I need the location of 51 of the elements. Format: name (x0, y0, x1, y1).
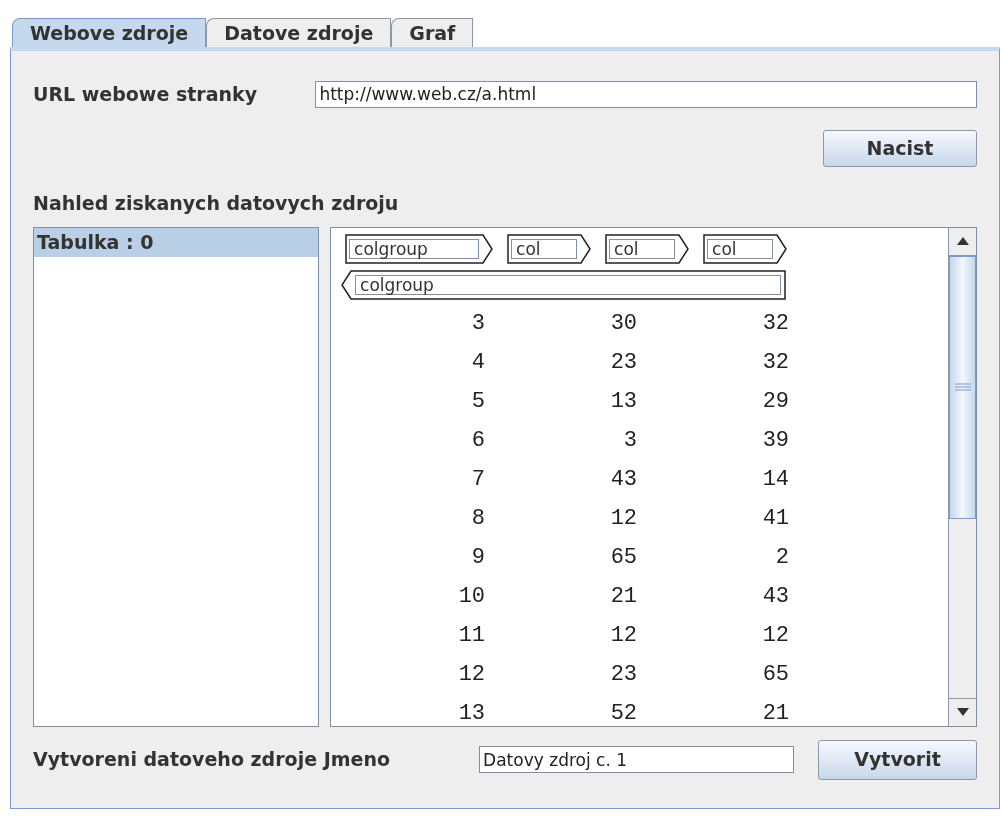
table-cell-text: 32 (761, 309, 790, 338)
table-cell-text: 39 (761, 426, 790, 455)
tab[interactable]: Webove zdroje (12, 18, 207, 47)
table-cell-text: 12 (609, 504, 638, 533)
table-cell-text: 4 (470, 348, 486, 377)
table-cell-text: 65 (609, 543, 638, 572)
table-cell-text: 52 (609, 699, 638, 726)
table-cell-text: 2 (774, 543, 790, 572)
load-button[interactable]: Nacist (823, 130, 977, 167)
table-cell-text: 43 (609, 465, 638, 494)
create-button[interactable]: Vytvorit (818, 739, 977, 780)
table-cell-text: 43 (761, 582, 790, 611)
table-cell-text: 32 (761, 348, 790, 377)
preview-heading: Nahled ziskanych datovych zdroju (33, 191, 400, 216)
table-cell-text: 3 (622, 426, 638, 455)
table-cell-text: 12 (609, 621, 638, 650)
url-field[interactable]: http://www.web.cz/a.html (315, 80, 977, 108)
table-cell-text: 30 (609, 309, 638, 338)
create-label: Vytvoreni datoveho zdroje Jmeno (33, 747, 391, 773)
table-cell-text: 9 (470, 543, 486, 572)
table-cell-text: 13 (457, 699, 486, 726)
tag-chip: col (505, 233, 594, 264)
tab[interactable]: Datove zdroje (206, 18, 392, 47)
table-cell-text: 23 (609, 348, 638, 377)
table-cell-text: 11 (457, 621, 486, 650)
table-cell-text: 41 (761, 504, 790, 533)
table-cell-text: 6 (470, 426, 486, 455)
table-list-item[interactable]: Tabulka : 0 (34, 227, 319, 257)
scrollbar-thumb[interactable] (949, 255, 976, 519)
table-cell-text: 7 (470, 465, 486, 494)
table-cell-text: 10 (457, 582, 486, 611)
table-cell-text: 8 (470, 504, 486, 533)
table-cell-text: 21 (761, 699, 790, 726)
table-cell-text: 21 (609, 582, 638, 611)
table-cell-text: 3 (470, 309, 486, 338)
scrollbar[interactable] (948, 227, 976, 726)
table-cell-text: 23 (609, 660, 638, 689)
table-cell-text: 29 (761, 387, 790, 416)
tag-chip: colgroup (341, 269, 788, 300)
tab[interactable]: Graf (391, 18, 474, 47)
tag-chip: col (603, 233, 692, 264)
table-cell-text: 12 (761, 621, 790, 650)
table-cell-text: 12 (457, 660, 486, 689)
table-cell-text: 13 (609, 387, 638, 416)
tag-chip: colgroup (343, 233, 496, 264)
name-field[interactable]: Datovy zdroj c. 1 (479, 746, 795, 773)
tag-chip: col (701, 233, 790, 264)
url-label: URL webowe stranky (33, 81, 259, 107)
table-cell-text: 65 (761, 660, 790, 689)
table-cell-text: 5 (470, 387, 486, 416)
table-cell-text: 14 (761, 465, 790, 494)
